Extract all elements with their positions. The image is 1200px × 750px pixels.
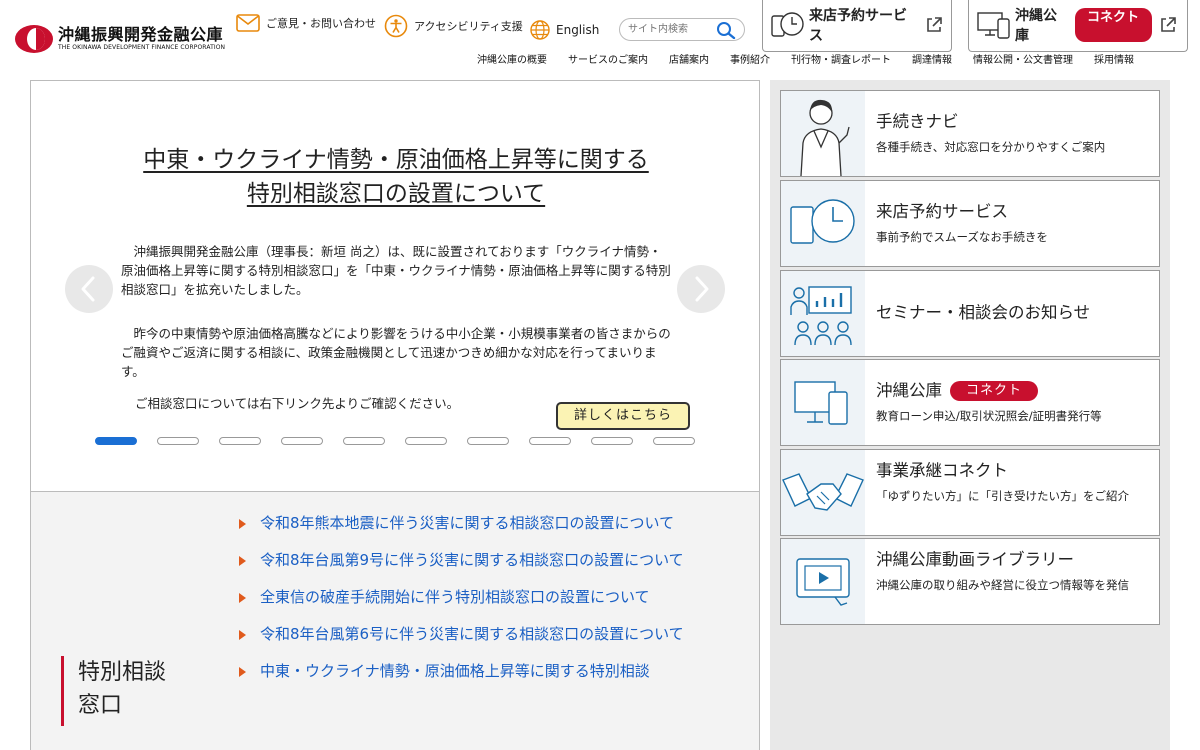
side-panel: 手続きナビ 各種手続き、対応窓口を分かりやすくご案内 来店予約サービス 事前予約…: [770, 80, 1170, 750]
site-search: [619, 18, 745, 41]
consultation-link[interactable]: 令和8年台風第9号に伴う災害に関する相談窓口の設置について: [260, 551, 684, 569]
card-okinawa-connect[interactable]: 沖縄公庫 コネクト 教育ローン申込/取引状況照会/証明書発行等: [780, 359, 1160, 446]
slider-dot[interactable]: [591, 437, 633, 445]
section-heading: 特別相談 窓口: [61, 656, 191, 726]
card-subtitle: 沖縄公庫の取り組みや経営に役立つ情報等を発信: [876, 578, 1129, 592]
accessibility-link-label: アクセシビリティ支援: [414, 19, 523, 33]
card-title: 沖縄公庫動画ライブラリー: [876, 550, 1074, 569]
list-item: 令和8年台風第6号に伴う災害に関する相談窓口の設置について: [236, 621, 686, 648]
hero-title[interactable]: 中東・ウクライナ情勢・原油価格上昇等に関する 特別相談窓口の設置について: [31, 143, 761, 211]
card-title: 手続きナビ: [876, 112, 959, 131]
hero-paragraph-1: 沖縄振興開発金融公庫（理事長：新垣 尚之）は、既に設置されております「ウクライナ…: [121, 244, 671, 297]
site-header: 沖縄振興開発金融公庫 THE OKINAWA DEVELOPMENT FINAN…: [0, 0, 1200, 80]
card-subtitle: 「ゆずりたい方」に「引き受けたい方」をご紹介: [876, 489, 1129, 503]
slider-next-button[interactable]: [677, 265, 725, 313]
special-consultation-section: 特別相談 窓口 令和8年熊本地震に伴う災害に関する相談窓口の設置について 令和8…: [30, 492, 760, 750]
accessibility-icon: [384, 14, 408, 38]
clock-tablet-icon: [781, 181, 865, 266]
nav-item-services[interactable]: サービスのご案内: [568, 54, 648, 68]
video-icon: [781, 539, 865, 624]
connect-badge: コネクト: [1075, 8, 1152, 42]
consultation-link[interactable]: 令和8年台風第6号に伴う災害に関する相談窓口の設置について: [260, 625, 684, 643]
card-title: 事業承継コネクト: [876, 461, 1008, 480]
nav-item-recruitment[interactable]: 採用情報: [1094, 54, 1134, 68]
card-video-library[interactable]: 沖縄公庫動画ライブラリー 沖縄公庫の取り組みや経営に役立つ情報等を発信: [780, 538, 1160, 625]
card-visit-reservation[interactable]: 来店予約サービス 事前予約でスムーズなお手続きを: [780, 180, 1160, 267]
slider-pagination: [95, 437, 715, 445]
slider-dot[interactable]: [343, 437, 385, 445]
english-link-label: English: [556, 22, 600, 37]
english-link[interactable]: English: [530, 20, 599, 40]
slider-dot[interactable]: [405, 437, 447, 445]
hero-slider: 中東・ウクライナ情勢・原油価格上昇等に関する 特別相談窓口の設置について 沖縄振…: [30, 80, 760, 492]
chevron-left-icon: [81, 276, 95, 302]
external-link-icon: [1161, 17, 1176, 32]
slider-dot[interactable]: [281, 437, 323, 445]
contact-link-label: ご意見・お問い合わせ: [266, 16, 376, 30]
section-heading-line-2: 窓口: [78, 693, 123, 718]
visit-reservation-box[interactable]: 来店予約サービス: [762, 0, 952, 52]
section-heading-line-1: 特別相談: [78, 660, 167, 685]
card-title: 来店予約サービス: [876, 202, 1008, 221]
nav-item-publications[interactable]: 刊行物・調査レポート: [791, 54, 891, 68]
connect-badge: コネクト: [950, 381, 1039, 401]
logo-japanese-name: 沖縄振興開発金融公庫: [58, 25, 224, 44]
seminar-icon: [781, 271, 865, 356]
envelope-icon: [236, 14, 260, 32]
card-title: セミナー・相談会のお知らせ: [876, 303, 1091, 322]
slider-prev-button[interactable]: [65, 265, 113, 313]
slider-dot[interactable]: [219, 437, 261, 445]
slider-dot[interactable]: [653, 437, 695, 445]
list-item: 全東信の破産手続開始に伴う特別相談窓口の設置について: [236, 584, 686, 611]
list-item: 令和8年台風第9号に伴う災害に関する相談窓口の設置について: [236, 547, 686, 574]
slider-dot[interactable]: [157, 437, 199, 445]
card-subtitle: 事前予約でスムーズなお手続きを: [876, 230, 1048, 244]
details-button[interactable]: 詳しくはこちら: [556, 402, 690, 430]
handshake-icon: [781, 450, 865, 535]
nav-item-disclosure[interactable]: 情報公開・公文書管理: [973, 54, 1073, 68]
slider-dot[interactable]: [467, 437, 509, 445]
card-procedure-navi[interactable]: 手続きナビ 各種手続き、対応窓口を分かりやすくご案内: [780, 90, 1160, 177]
contact-link[interactable]: ご意見・お問い合わせ: [236, 14, 376, 32]
card-seminar[interactable]: セミナー・相談会のお知らせ: [780, 270, 1160, 357]
slider-dot[interactable]: [95, 437, 137, 445]
site-logo[interactable]: 沖縄振興開発金融公庫 THE OKINAWA DEVELOPMENT FINAN…: [14, 24, 225, 54]
list-item: 令和8年熊本地震に伴う災害に関する相談窓口の設置について: [236, 510, 686, 537]
global-nav: 沖縄公庫の概要 サービスのご案内 店舗案内 事例紹介 刊行物・調査レポート 調達…: [470, 54, 1134, 68]
search-input[interactable]: [628, 22, 718, 37]
nav-item-procurement[interactable]: 調達情報: [912, 54, 952, 68]
devices-icon: [977, 12, 1010, 39]
clock-phone-icon: [771, 12, 804, 37]
search-icon[interactable]: [716, 21, 736, 39]
chevron-right-icon: [695, 276, 709, 302]
accessibility-link[interactable]: アクセシビリティ支援: [384, 14, 524, 38]
card-title-text: 沖縄公庫: [876, 381, 942, 400]
hero-title-line-1: 中東・ウクライナ情勢・原油価格上昇等に関する: [143, 147, 649, 173]
external-link-icon: [927, 17, 942, 32]
consultation-link[interactable]: 全東信の破産手続開始に伴う特別相談窓口の設置について: [260, 588, 650, 606]
slider-dot[interactable]: [529, 437, 571, 445]
logo-english-name: THE OKINAWA DEVELOPMENT FINANCE CORPORAT…: [58, 44, 226, 51]
card-subtitle: 教育ローン申込/取引状況照会/証明書発行等: [876, 409, 1102, 423]
card-subtitle: 各種手続き、対応窓口を分かりやすくご案内: [876, 140, 1106, 154]
okinawa-connect-label: 沖縄公庫: [1015, 8, 1057, 44]
person-guide-icon: [781, 91, 865, 176]
card-title: 沖縄公庫 コネクト: [876, 380, 1039, 402]
consultation-link[interactable]: 令和8年熊本地震に伴う災害に関する相談窓口の設置について: [260, 514, 674, 532]
nav-item-case-studies[interactable]: 事例紹介: [730, 54, 770, 68]
globe-icon: [530, 20, 550, 40]
visit-reservation-label: 来店予約サービス: [809, 8, 907, 44]
card-business-succession[interactable]: 事業承継コネクト 「ゆずりたい方」に「引き受けたい方」をご紹介: [780, 449, 1160, 536]
devices-icon: [781, 360, 865, 445]
logo-mark-icon: [15, 25, 53, 53]
list-item: 中東・ウクライナ情勢・原油価格上昇等に関する特別相談: [236, 658, 686, 685]
hero-paragraph-2: 昨今の中東情勢や原油価格高騰などにより影響をうける中小企業・小規模事業者の皆さま…: [121, 326, 671, 379]
hero-title-line-2: 特別相談窓口の設置について: [246, 181, 546, 207]
consultation-list: 令和8年熊本地震に伴う災害に関する相談窓口の設置について 令和8年台風第9号に伴…: [236, 510, 686, 695]
consultation-link[interactable]: 中東・ウクライナ情勢・原油価格上昇等に関する特別相談: [260, 662, 650, 680]
nav-item-overview[interactable]: 沖縄公庫の概要: [477, 54, 547, 68]
nav-item-branches[interactable]: 店舗案内: [669, 54, 709, 68]
okinawa-connect-box[interactable]: 沖縄公庫 コネクト: [968, 0, 1188, 52]
page: 沖縄振興開発金融公庫 THE OKINAWA DEVELOPMENT FINAN…: [0, 0, 1200, 750]
